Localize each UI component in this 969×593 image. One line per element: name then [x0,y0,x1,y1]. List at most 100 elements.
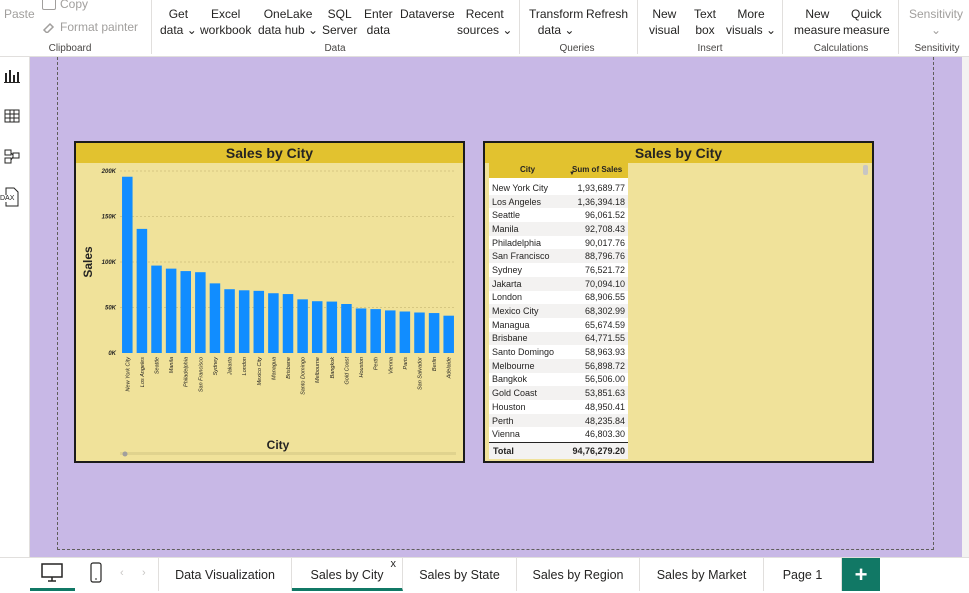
table-cell-city: Vienna [489,427,567,442]
y-tick-label: 0K [108,351,116,357]
table-row[interactable]: Gold Coast 53,851.63 [489,386,628,400]
bar[interactable] [443,315,454,353]
table-row[interactable]: Houston 48,950.41 [489,400,628,414]
x-tick-label: San Francisco [198,357,204,392]
sort-desc-icon: ▼ [569,171,575,177]
table-header-sum-of-sales[interactable]: Sum of Sales [572,165,622,174]
table-scrollbar[interactable] [863,163,868,459]
bar[interactable] [253,290,265,353]
table-row[interactable]: Bangkok 56,506.00 [489,372,628,387]
bar[interactable] [385,310,396,353]
bar[interactable] [224,289,235,353]
prev-page-icon[interactable]: ‹ [120,567,124,579]
table-row[interactable]: Melbourne 56,898.72 [489,358,628,373]
more-visuals-button[interactable]: More visuals ⌄ [726,6,776,38]
ribbon-separator [519,0,520,54]
table-row[interactable]: Sydney 76,521.72 [489,263,628,277]
bar[interactable] [297,299,308,353]
page-tab[interactable]: Sales by State [403,558,517,591]
table-cell-city: Manila [489,222,567,236]
data-group-label: Data [324,43,346,54]
sql-server-button[interactable]: SQL Server [322,6,357,38]
excel-workbook-button[interactable]: Excel workbook [200,6,251,38]
page-tab[interactable]: Data Visualization [159,558,292,591]
table-row[interactable]: Philadelphia 90,017.76 [489,235,628,250]
canvas-scrollbar[interactable] [962,57,969,557]
dax-query-icon[interactable]: DAX [0,186,22,208]
chevron-down-icon: ⌄ [304,23,319,37]
table-row[interactable]: Los Angeles 1,36,394.18 [489,194,628,209]
copy-button[interactable]: Copy [42,0,88,12]
desktop-layout-button[interactable] [30,558,75,591]
page-tab[interactable]: Sales by City x [292,558,403,591]
bar[interactable] [238,290,250,353]
new-measure-line2: measure [794,23,841,37]
table-row[interactable]: Vienna 46,803.30 [489,427,628,442]
table-row[interactable]: Brisbane 64,771.55 [489,331,628,346]
format-painter-button[interactable]: Format painter [42,19,138,35]
new-measure-button[interactable]: New measure [794,6,841,38]
table-scroll-thumb[interactable] [863,165,868,175]
table-row[interactable]: Mexico City 68,302.99 [489,304,628,318]
model-view-icon[interactable] [3,147,21,165]
new-visual-button[interactable]: New visual [649,6,680,38]
table-row[interactable]: London 68,906.55 [489,290,628,305]
table-header-city[interactable]: City [520,165,535,174]
onelake-line1: OneLake [263,7,313,21]
page-tab-bar: ‹ › Data Visualization Sales by City x Sale… [0,557,969,591]
mobile-layout-button[interactable] [85,558,107,591]
bar[interactable] [136,228,148,353]
bar[interactable] [311,301,323,353]
table-row[interactable]: New York City 1,93,689.77 [489,181,628,195]
dataverse-button[interactable]: Dataverse [400,6,455,22]
transform-data-button[interactable]: Transform data ⌄ [529,6,583,38]
table-row[interactable]: Managua 65,674.59 [489,317,628,332]
page-tab-label: Page 1 [782,568,823,582]
page-tab[interactable]: Sales by Region [517,558,640,591]
table-view-icon[interactable] [3,107,21,125]
bar[interactable] [355,308,367,353]
page-tab[interactable]: Page 1 [764,558,842,591]
table-row[interactable]: Perth 48,235.84 [489,413,628,428]
sensitivity-button[interactable]: Sensitivity ⌄ [909,6,963,38]
bar[interactable] [414,312,425,353]
table-row[interactable]: Jakarta 70,094.10 [489,276,628,291]
report-view-icon[interactable] [3,67,21,85]
quick-measure-button[interactable]: Quick measure [843,6,890,38]
add-page-button[interactable]: + [842,558,880,591]
recent-sources-button[interactable]: Recent sources ⌄ [457,6,512,38]
text-box-button[interactable]: Text box [694,6,716,38]
table-row[interactable]: San Francisco 88,796.76 [489,249,628,264]
bar[interactable] [341,303,352,353]
page-tab[interactable]: Sales by Market [640,558,764,591]
enter-data-line2: data [366,23,391,37]
table-total-label: Total [493,446,514,456]
transform-line1: Transform [529,7,584,21]
x-tick-label: Manila [169,357,175,373]
bar[interactable] [370,309,381,353]
bar[interactable] [326,301,338,353]
page-tab-label: Data Visualization [175,568,275,582]
bar[interactable] [195,272,206,353]
bar[interactable] [399,311,411,353]
bar[interactable] [122,176,133,353]
bar[interactable] [209,283,221,353]
bar-chart-visual[interactable]: Sales by City 0K 50K 100K 150K 200K New York … [74,141,465,463]
next-page-icon[interactable]: › [142,567,146,579]
bar[interactable] [282,294,294,353]
close-tab-icon[interactable]: x [391,547,397,582]
table-row[interactable]: Manila 92,708.43 [489,222,628,236]
bar[interactable] [180,271,191,353]
bar[interactable] [165,268,177,353]
bar[interactable] [151,265,162,353]
paste-button[interactable]: Paste [4,6,35,22]
table-row[interactable]: Seattle 96,061.52 [489,208,628,223]
table-visual[interactable]: Sales by City City Sum of Sales ▼ New Yo… [483,141,874,463]
bar[interactable] [428,313,440,353]
get-data-button[interactable]: Get data ⌄ [160,6,197,38]
bar[interactable] [268,293,279,353]
refresh-button[interactable]: Refresh [586,6,628,22]
table-row[interactable]: Santo Domingo 58,963.93 [489,345,628,359]
enter-data-button[interactable]: Enter data [364,6,393,38]
onelake-data-hub-button[interactable]: OneLake data hub ⌄ [258,6,318,38]
